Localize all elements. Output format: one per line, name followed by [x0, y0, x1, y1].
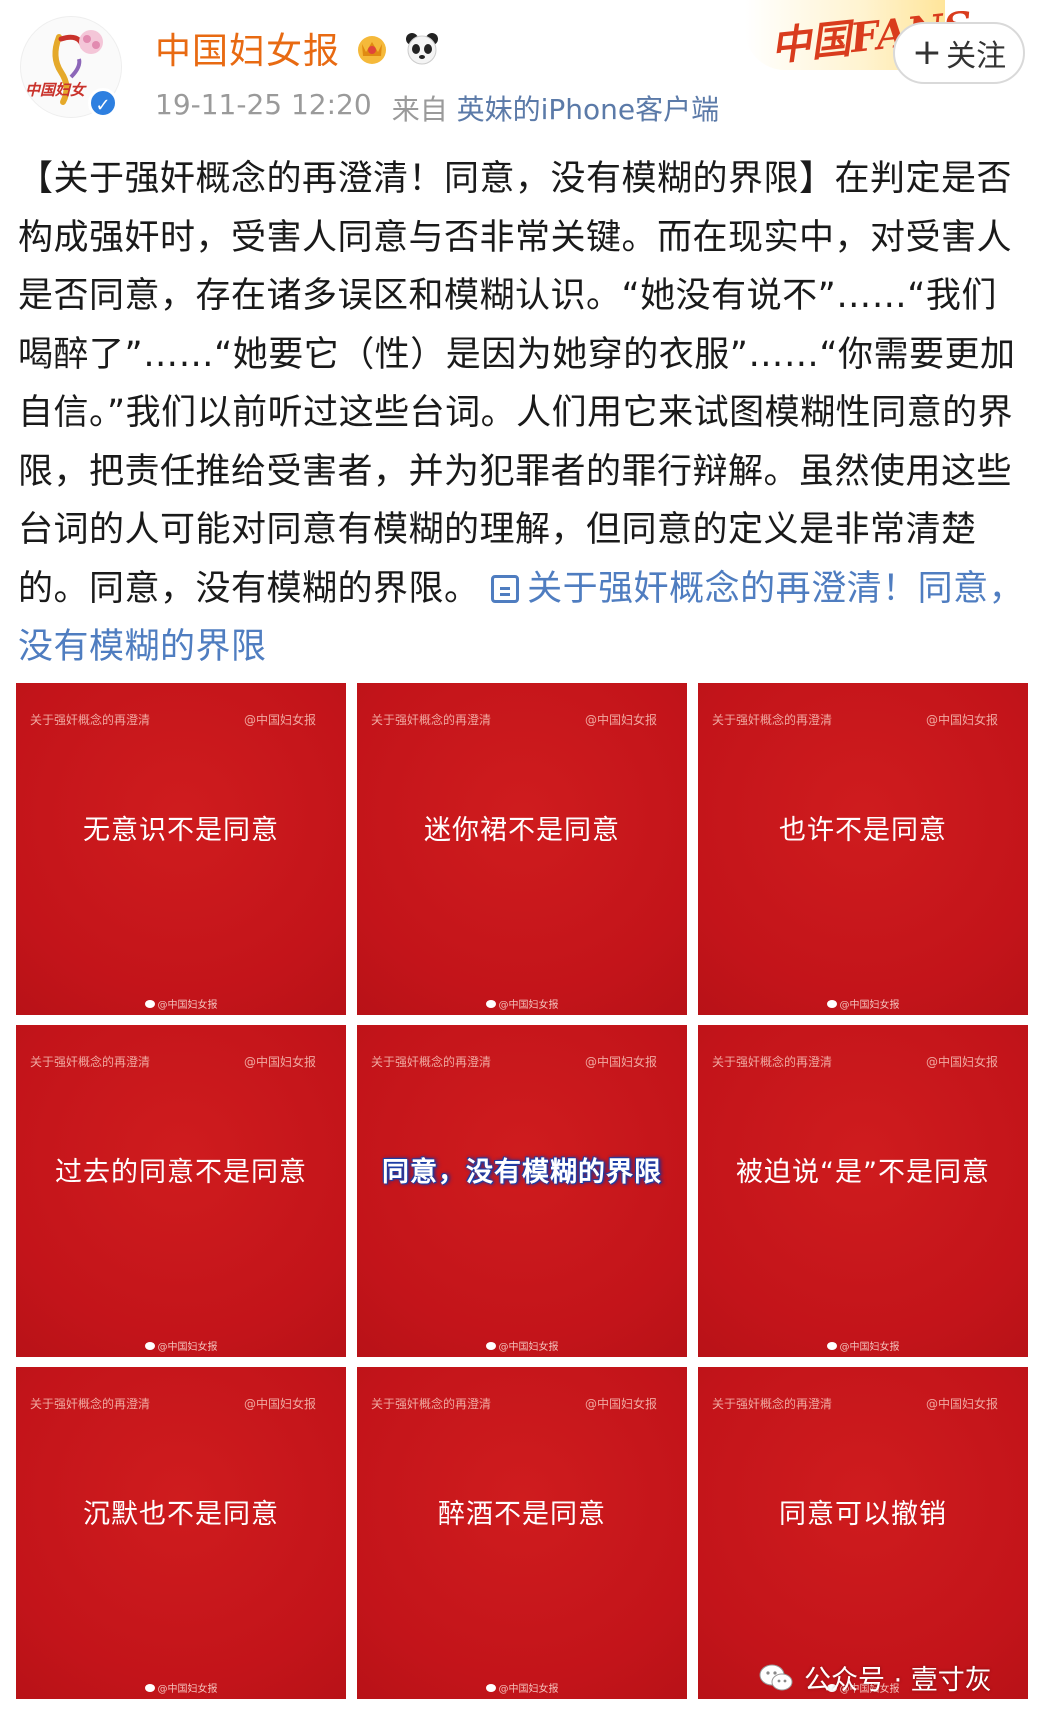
tile-main-text: 同意，没有模糊的界限 [382, 1157, 662, 1188]
panda-icon [406, 33, 439, 65]
wechat-watermark: 公众号 · 壹寸灰 [758, 1658, 992, 1697]
watermark-text: 公众号 · 壹寸灰 [804, 1665, 992, 1696]
tile-account: @中国妇女报 [925, 713, 998, 727]
image-tile[interactable]: 关于强奸概念的再澄清 @中国妇女报 同意可以撤销 @中国妇女报 [698, 1367, 1028, 1699]
image-tile[interactable]: 关于强奸概念的再澄清 @中国妇女报 迷你裙不是同意 @中国妇女报 [357, 683, 687, 1015]
tile-main-text: 沉默也不是同意 [83, 1499, 279, 1530]
tile-watermark-text: @中国妇女报 [839, 1342, 900, 1353]
tile-caption: 关于强奸概念的再澄清 [712, 713, 833, 727]
tile-watermark-text: @中国妇女报 [157, 1342, 218, 1353]
image-tile[interactable]: 关于强奸概念的再澄清 @中国妇女报 过去的同意不是同意 @中国妇女报 [16, 1025, 346, 1357]
tile-main-text: 过去的同意不是同意 [55, 1157, 307, 1188]
weibo-icon [826, 1342, 837, 1350]
tile-watermark-text: @中国妇女报 [498, 1684, 559, 1695]
tile-watermark: @中国妇女报 [357, 996, 687, 1011]
weibo-icon [485, 1684, 496, 1692]
tile-main-text: 醉酒不是同意 [438, 1499, 606, 1530]
tile-watermark: @中国妇女报 [16, 1338, 346, 1353]
verified-icon: ✓ [88, 88, 118, 118]
post-meta: 19-11-25 12:20 来自 英妹的iPhone客户端 [155, 88, 719, 128]
weibo-icon [485, 1342, 496, 1350]
tile-account: @中国妇女报 [243, 713, 316, 727]
tile-main-text: 被迫说“是”不是同意 [736, 1157, 990, 1188]
image-tile[interactable]: 关于强奸概念的再澄清 @中国妇女报 沉默也不是同意 @中国妇女报 [16, 1367, 346, 1699]
follow-button[interactable]: + 关注 [893, 22, 1025, 84]
topic-icon [491, 574, 520, 603]
tile-main-text: 同意可以撤销 [779, 1499, 947, 1530]
follow-label: 关注 [946, 39, 1007, 74]
plus-icon: + [911, 32, 943, 73]
tile-account: @中国妇女报 [925, 1397, 998, 1411]
tile-watermark-text: @中国妇女报 [498, 1342, 559, 1353]
tile-caption: 关于强奸概念的再澄清 [371, 1055, 492, 1069]
tile-caption: 关于强奸概念的再澄清 [371, 713, 492, 727]
tile-caption: 关于强奸概念的再澄清 [30, 713, 151, 727]
image-tile[interactable]: 关于强奸概念的再澄清 @中国妇女报 也许不是同意 @中国妇女报 [698, 683, 1028, 1015]
tile-account: @中国妇女报 [584, 713, 657, 727]
tile-watermark: @中国妇女报 [16, 1680, 346, 1695]
avatar-text: 中国妇女 [25, 81, 86, 99]
tile-account: @中国妇女报 [584, 1055, 657, 1069]
image-tile[interactable]: 关于强奸概念的再澄清 @中国妇女报 被迫说“是”不是同意 @中国妇女报 [698, 1025, 1028, 1357]
tile-account: @中国妇女报 [243, 1055, 316, 1069]
tile-main-text: 也许不是同意 [779, 815, 947, 846]
tile-main-text: 迷你裙不是同意 [424, 815, 620, 846]
post-body: 【关于强奸概念的再澄清！同意，没有模糊的界限】在判定是否构成强奸时，受害人同意与… [18, 150, 1030, 677]
wechat-icon [759, 1664, 793, 1690]
tile-watermark-text: @中国妇女报 [498, 1000, 559, 1011]
tile-caption: 关于强奸概念的再澄清 [30, 1055, 151, 1069]
weibo-icon [826, 1000, 837, 1008]
weibo-icon [485, 1000, 496, 1008]
user-name[interactable]: 中国妇女报 [155, 22, 340, 74]
source-prefix: 来自 [391, 93, 448, 126]
post-text: 【关于强奸概念的再澄清！同意，没有模糊的界限】在判定是否构成强奸时，受害人同意与… [18, 159, 1016, 609]
image-tile[interactable]: 关于强奸概念的再澄清 @中国妇女报 同意，没有模糊的界限 @中国妇女报 [357, 1025, 687, 1357]
tile-caption: 关于强奸概念的再澄清 [712, 1397, 833, 1411]
post-header: 中国妇女 ✓ 中国妇女报 19-11-25 12:20 来自 英妹的iPhone… [0, 0, 1047, 140]
image-tile[interactable]: 关于强奸概念的再澄清 @中国妇女报 醉酒不是同意 @中国妇女报 [357, 1367, 687, 1699]
crown-badge-icon [358, 36, 387, 64]
tile-watermark-text: @中国妇女报 [157, 1000, 218, 1011]
tile-watermark-text: @中国妇女报 [839, 1000, 900, 1011]
tile-caption: 关于强奸概念的再澄清 [712, 1055, 833, 1069]
tile-main-text: 无意识不是同意 [83, 815, 279, 846]
tile-caption: 关于强奸概念的再澄清 [30, 1397, 151, 1411]
tile-account: @中国妇女报 [243, 1397, 316, 1411]
tile-account: @中国妇女报 [925, 1055, 998, 1069]
tile-account: @中国妇女报 [584, 1397, 657, 1411]
weibo-icon [144, 1684, 155, 1692]
image-tile[interactable]: 关于强奸概念的再澄清 @中国妇女报 无意识不是同意 @中国妇女报 [16, 683, 346, 1015]
tile-watermark: @中国妇女报 [698, 1338, 1028, 1353]
weibo-icon [144, 1000, 155, 1008]
tile-watermark: @中国妇女报 [16, 996, 346, 1011]
weibo-icon [144, 1342, 155, 1350]
image-grid: 关于强奸概念的再澄清 @中国妇女报 无意识不是同意 @中国妇女报 关于强奸概念的… [16, 683, 1028, 1699]
tile-watermark: @中国妇女报 [357, 1338, 687, 1353]
tile-watermark: @中国妇女报 [698, 996, 1028, 1011]
tile-caption: 关于强奸概念的再澄清 [371, 1397, 492, 1411]
tile-watermark: @中国妇女报 [357, 1680, 687, 1695]
post-timestamp: 19-11-25 12:20 [155, 88, 372, 121]
source-app[interactable]: 英妹的iPhone客户端 [457, 93, 720, 126]
tile-watermark-text: @中国妇女报 [157, 1684, 218, 1695]
